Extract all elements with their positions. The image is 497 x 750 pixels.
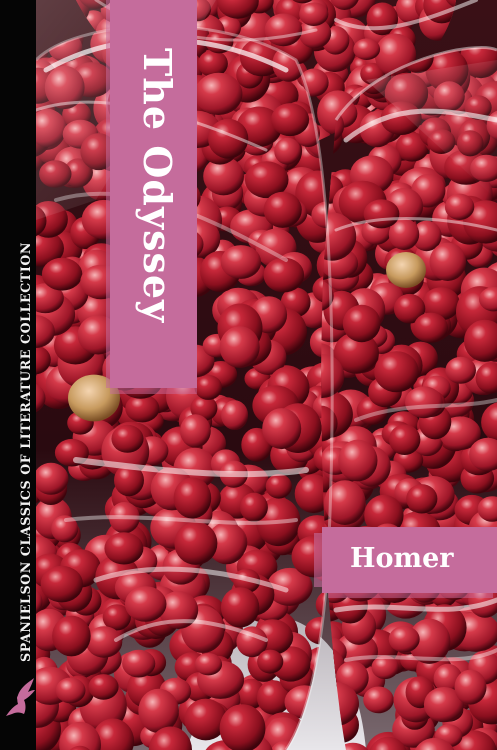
title-banner: The Odyssey bbox=[106, 0, 197, 394]
cranberry bbox=[388, 625, 420, 653]
cranberry bbox=[429, 242, 467, 281]
cranberry bbox=[406, 484, 438, 514]
cranberry bbox=[52, 615, 91, 657]
pale-cranberry bbox=[386, 252, 426, 288]
cranberry bbox=[271, 103, 310, 137]
cranberry bbox=[220, 245, 262, 279]
cranberry bbox=[219, 326, 260, 368]
cranberry bbox=[138, 688, 179, 733]
author-banner: Homer bbox=[314, 527, 497, 598]
cranberry bbox=[85, 626, 123, 658]
winged-angel-icon bbox=[6, 678, 35, 716]
cranberry bbox=[180, 414, 211, 448]
cranberry bbox=[194, 374, 223, 400]
spine: SPANIELSON CLASSICS OF LITERATURE COLLEC… bbox=[0, 0, 36, 750]
cranberry bbox=[220, 587, 260, 628]
cranberry bbox=[122, 649, 156, 678]
cranberry bbox=[444, 193, 475, 220]
cranberry bbox=[221, 400, 249, 430]
cranberry bbox=[353, 38, 381, 60]
cranberry bbox=[194, 653, 223, 676]
cranberry bbox=[445, 356, 477, 384]
cranberry bbox=[174, 521, 218, 565]
cranberry bbox=[88, 674, 119, 700]
cranberry bbox=[239, 492, 268, 522]
series-name: SPANIELSON CLASSICS OF LITERATURE COLLEC… bbox=[18, 241, 33, 662]
cranberry bbox=[262, 408, 302, 450]
cranberry bbox=[413, 312, 448, 343]
cranberry bbox=[111, 424, 144, 453]
cranberry bbox=[265, 474, 292, 499]
cranberry bbox=[40, 565, 83, 603]
cranberry bbox=[405, 386, 443, 419]
cranberry bbox=[124, 586, 167, 622]
cranberry bbox=[363, 199, 400, 229]
cranberry bbox=[374, 351, 419, 393]
cranberry bbox=[263, 191, 302, 228]
book-author: Homer bbox=[350, 543, 454, 574]
cranberry bbox=[197, 50, 228, 78]
cranberry bbox=[257, 649, 284, 674]
cranberry bbox=[263, 257, 305, 293]
cranberry bbox=[264, 13, 303, 47]
cranberry bbox=[104, 532, 144, 565]
book-cover: SPANIELSON CLASSICS OF LITERATURE COLLEC… bbox=[0, 0, 497, 750]
cranberry bbox=[41, 257, 83, 291]
cranberry bbox=[194, 72, 243, 115]
cranberry bbox=[299, 2, 329, 26]
cranberry bbox=[338, 439, 378, 482]
book-title: The Odyssey bbox=[135, 48, 180, 324]
cranberry bbox=[342, 304, 381, 343]
cranberry bbox=[389, 424, 421, 456]
cranberry bbox=[454, 669, 487, 705]
cranberry bbox=[55, 677, 86, 704]
cranberry bbox=[173, 477, 212, 519]
cranberry bbox=[274, 137, 301, 165]
cranberry bbox=[363, 686, 394, 714]
